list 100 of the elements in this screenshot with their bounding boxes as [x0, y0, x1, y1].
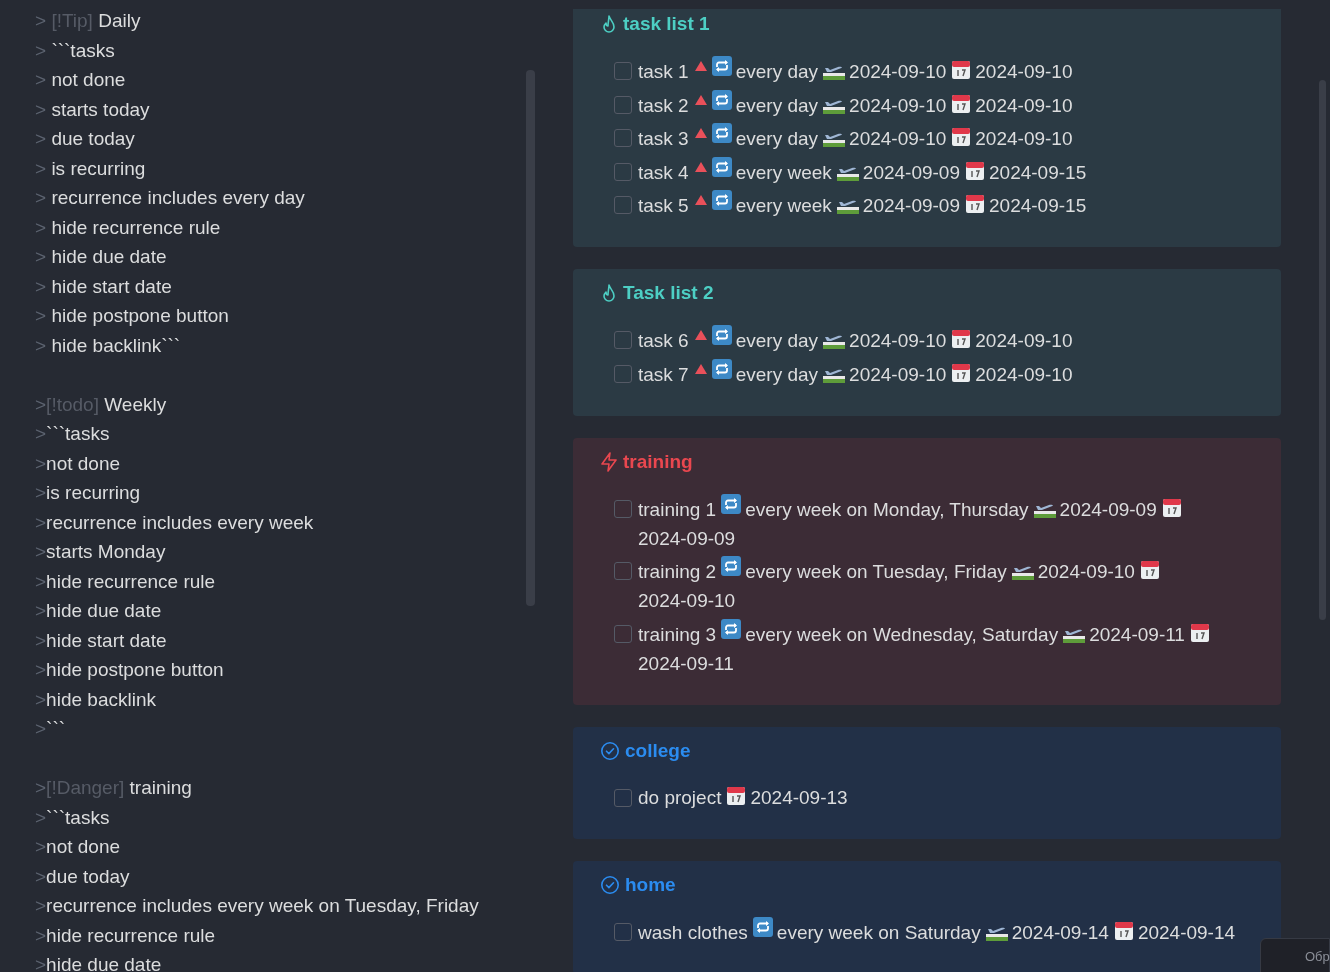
checkbox[interactable] [614, 331, 632, 349]
recurrence-text: every day [735, 128, 819, 149]
repeat-icon [711, 123, 732, 143]
recurrence-text: every week on Saturday [776, 921, 981, 943]
due-date: 2024-09-10 [638, 590, 736, 611]
repeat-icon [721, 556, 742, 576]
quote-marker: > [35, 600, 47, 621]
editor-line-text: Daily [98, 10, 141, 31]
task-name: task 1 [638, 61, 689, 82]
checkbox[interactable] [614, 162, 632, 181]
checkbox[interactable] [614, 196, 632, 214]
quote-marker: > [35, 305, 48, 326]
quote-marker: > [35, 836, 47, 857]
quote-marker: > [35, 777, 47, 798]
task-name: training 1 [638, 498, 717, 520]
editor-line-text: hide postpone button [51, 305, 229, 326]
due-date: 2024-09-10 [975, 330, 1073, 351]
editor-line-text: hide due date [46, 600, 162, 621]
quote-marker: > [35, 482, 47, 503]
due-date: 2024-09-10 [975, 363, 1073, 385]
editor-line-text: hide start date [51, 275, 172, 297]
task-name: task 7 [638, 363, 689, 385]
callout-title: college [625, 739, 691, 762]
repeat-icon [711, 325, 732, 345]
calendar-icon [951, 329, 972, 349]
repeat-icon [752, 916, 773, 937]
calendar-icon [951, 60, 972, 80]
recurrence-text: every week [735, 161, 832, 183]
recurrence-text: every day [735, 330, 819, 351]
task-name: task 6 [638, 330, 689, 351]
start-date: 2024-09-10 [849, 61, 947, 82]
quote-marker: > [35, 511, 47, 533]
checkbox[interactable] [614, 624, 632, 643]
calendar-icon [1189, 622, 1210, 643]
start-date: 2024-09-14 [1011, 921, 1109, 943]
due-date: 2024-09-14 [1137, 921, 1236, 943]
repeat-icon [711, 56, 732, 76]
checkbox[interactable] [614, 922, 632, 941]
due-date: 2024-09-10 [975, 94, 1073, 116]
flame-icon [600, 283, 618, 303]
quote-marker: > [35, 187, 48, 208]
editor-line-text: starts Monday [46, 541, 166, 562]
quote-marker: > [35, 924, 47, 946]
editor-line-text: hide backlink``` [51, 334, 181, 356]
recurrence-text: every week on Tuesday, Friday [745, 561, 1007, 582]
checkbox[interactable] [614, 499, 632, 518]
lightning-icon [600, 451, 618, 472]
recurrence-text: every day [735, 363, 819, 385]
repeat-icon [721, 618, 742, 639]
quote-marker: > [35, 688, 47, 710]
calendar-icon [965, 160, 985, 181]
calendar-icon [951, 93, 972, 114]
check-circle-icon [600, 874, 620, 895]
repeat-icon [711, 156, 732, 177]
callout-title: training [623, 450, 693, 473]
quote-marker: > [35, 423, 47, 444]
checkbox[interactable] [614, 62, 632, 80]
checkbox[interactable] [614, 129, 632, 147]
editor-line-text: hide due date [46, 954, 162, 972]
editor-line-text: is recurring [46, 482, 141, 503]
checkbox[interactable] [614, 562, 632, 580]
calendar-icon [1139, 560, 1160, 580]
editor-line-text: hide recurrence rule [46, 570, 216, 592]
editor-line-text: hide due date [51, 246, 167, 267]
due-date: 2024-09-15 [989, 195, 1087, 216]
checkbox[interactable] [614, 95, 632, 114]
start-date: 2024-09-09 [1059, 498, 1157, 520]
quote-marker: > [35, 275, 48, 297]
tooltip: Обр [1260, 938, 1330, 972]
quote-marker: > [35, 39, 48, 61]
recurrence-text: every week on Wednesday, Saturday [745, 623, 1059, 645]
editor-line-text: training [129, 777, 192, 798]
repeat-icon [711, 89, 732, 110]
repeat-icon [711, 358, 732, 379]
checkbox[interactable] [614, 364, 632, 383]
quote-marker: > [35, 246, 48, 267]
editor-line-text: hide postpone button [46, 659, 224, 680]
start-date: 2024-09-10 [1037, 561, 1135, 582]
task-name: task 3 [638, 128, 689, 149]
editor-line-text: not done [46, 452, 121, 474]
flame-icon [600, 14, 618, 34]
editor-line-text: recurrence includes every week on Tuesday, Friday [46, 895, 479, 916]
task-name: training 3 [638, 623, 717, 645]
quote-marker: > [35, 393, 47, 415]
start-date: 2024-09-09 [862, 161, 960, 183]
quote-marker: > [35, 69, 48, 90]
editor-line-text: ```tasks [46, 423, 110, 444]
checkbox[interactable] [614, 788, 632, 807]
calendar-icon [965, 194, 985, 214]
task-name: task 2 [638, 94, 689, 116]
quote-marker: > [35, 541, 47, 562]
quote-marker: > [35, 128, 48, 149]
quote-marker: > [35, 452, 47, 474]
quote-marker: > [35, 865, 47, 887]
recurrence-text: every week [735, 195, 832, 216]
calendar-icon [726, 785, 747, 806]
repeat-icon [711, 190, 732, 210]
quote-marker: > [35, 216, 48, 238]
quote-marker: > [35, 659, 47, 680]
editor-line-text: due today [46, 865, 130, 887]
